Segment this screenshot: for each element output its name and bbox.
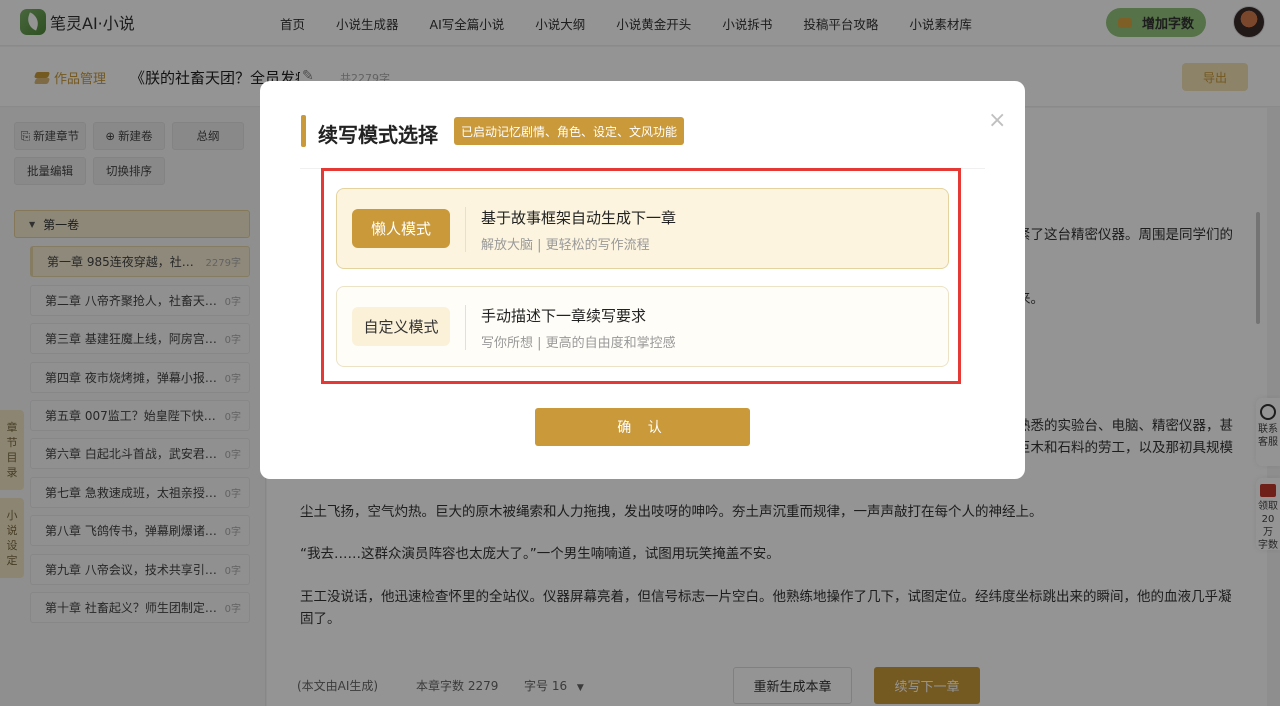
confirm-button[interactable]: 确 认 [535, 408, 750, 446]
dialog-title: 续写模式选择 [318, 123, 438, 147]
highlight-box [321, 168, 961, 384]
continue-mode-dialog: 续写模式选择 已启动记忆剧情、角色、设定、文风功能 × 懒人模式 基于故事框架自… [260, 81, 1025, 479]
close-icon[interactable]: × [988, 110, 1006, 132]
title-accent-bar [301, 115, 306, 147]
memory-feature-badge: 已启动记忆剧情、角色、设定、文风功能 [454, 117, 685, 145]
